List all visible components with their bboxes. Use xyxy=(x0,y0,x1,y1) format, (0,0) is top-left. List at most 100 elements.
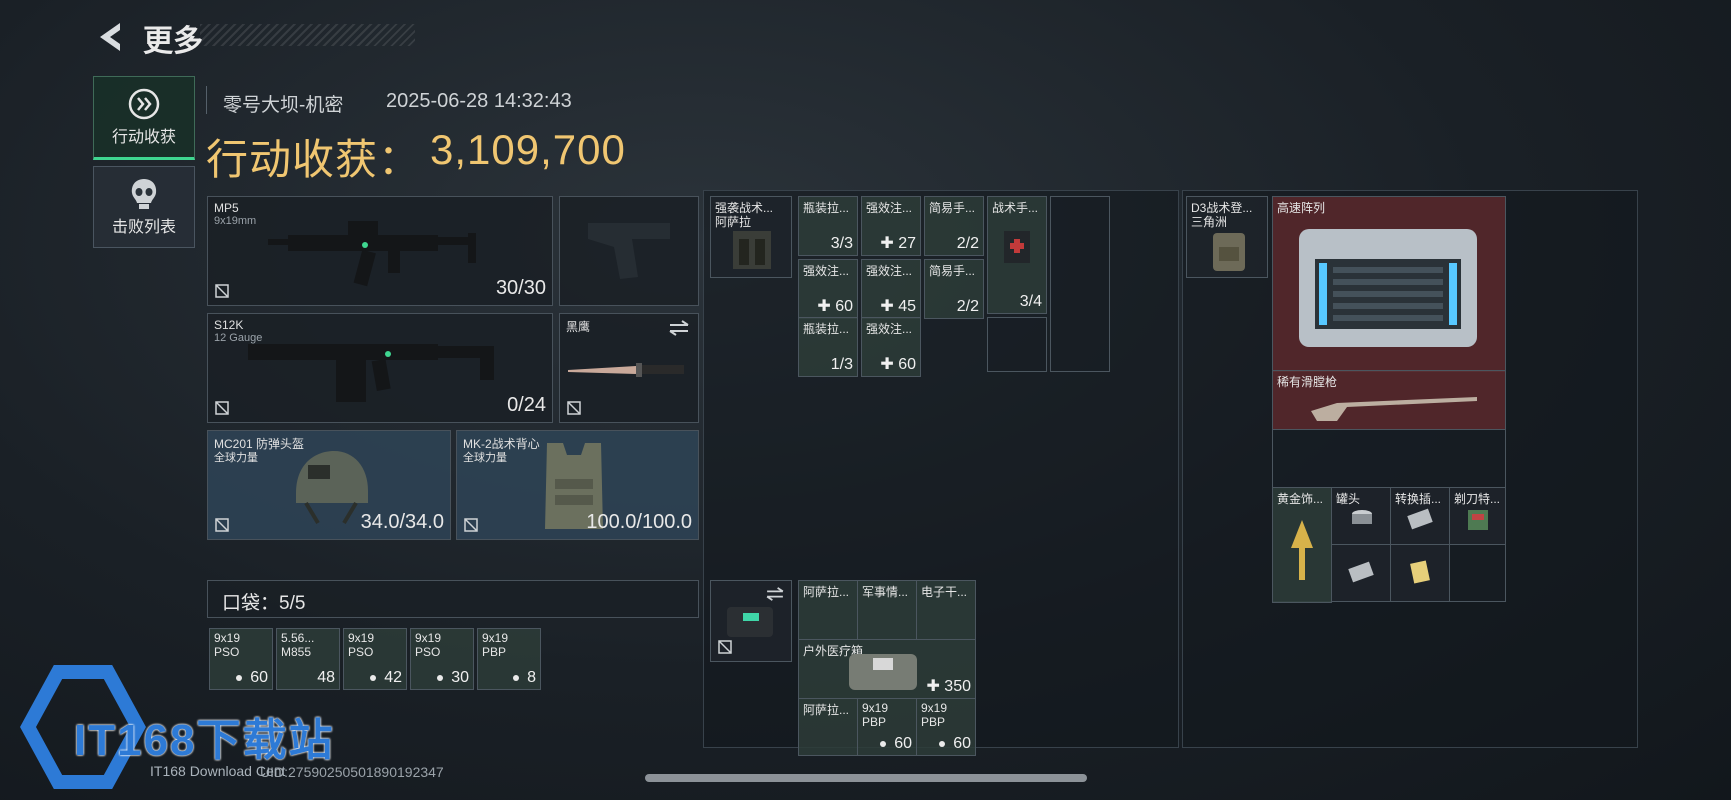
item-value: ✚ 350 xyxy=(926,678,971,695)
pouch-item[interactable]: 军事情... xyxy=(857,580,917,640)
pistol-slot[interactable] xyxy=(559,196,699,306)
item-count: 42 xyxy=(370,669,402,687)
pistol-silhouette-icon xyxy=(588,223,670,279)
can-icon xyxy=(1352,510,1372,524)
item-name: 黄金饰... xyxy=(1277,492,1324,506)
pouch-item[interactable]: 电子干... xyxy=(916,580,976,640)
backpack-item[interactable] xyxy=(1331,544,1391,602)
rig-item[interactable]: 简易手... 2/2 xyxy=(924,196,984,256)
rig-item[interactable]: 战术手... 3/4 xyxy=(987,196,1047,314)
item-name-2: M855 xyxy=(281,645,312,659)
armor-slot[interactable]: MK-2战术背心 全球力量 100.0/100.0 xyxy=(456,430,699,540)
rig-item[interactable]: 瓶装拉... 3/3 xyxy=(798,196,858,256)
backpack-item[interactable]: 高速阵列 xyxy=(1272,196,1506,372)
item-name: 强效注... xyxy=(866,264,913,278)
item-name: 阿萨拉... xyxy=(803,585,850,599)
pocket-item[interactable]: 9x19 PBP 8 xyxy=(477,628,541,690)
backpack-item[interactable]: 罐头 xyxy=(1331,487,1391,545)
swap-icon xyxy=(669,320,689,336)
rig-slot[interactable]: 强袭战术... 阿萨拉 xyxy=(710,196,792,278)
backpack-item[interactable]: 剃刀特... xyxy=(1449,487,1506,545)
item-name-2: PBP xyxy=(862,715,887,729)
rig-empty-cell[interactable] xyxy=(987,317,1047,372)
weapon-ammo: 0/24 xyxy=(507,394,546,416)
backpack-item[interactable]: 转换插... xyxy=(1390,487,1450,545)
server-array-icon xyxy=(1299,229,1477,347)
watermark-text: IT168下载站 xyxy=(74,716,335,765)
item-name: 强效注... xyxy=(866,201,913,215)
item-name: 罐头 xyxy=(1336,492,1361,506)
loot-total-value: 3,109,700 xyxy=(430,126,626,173)
item-value: ✚ 27 xyxy=(880,235,916,252)
smg-icon xyxy=(268,221,476,287)
pocket-item[interactable]: 5.56... M855 48 xyxy=(276,628,340,690)
rig-item[interactable]: 简易手... 2/2 xyxy=(924,259,984,319)
watermark-subtext: IT168 Download Cent xyxy=(150,763,286,779)
pouch-item[interactable]: 户外医疗箱 ✚ 350 xyxy=(798,639,976,699)
tab-loot[interactable]: 行动收获 xyxy=(93,76,195,160)
no-insure-icon xyxy=(215,401,229,415)
rig-item[interactable]: 强效注... ✚ 27 xyxy=(861,196,921,256)
item-name: 9x19 xyxy=(862,701,889,715)
item-name-2: PBP xyxy=(921,715,946,729)
divider xyxy=(206,86,207,114)
adapter-icon xyxy=(1407,508,1433,530)
rig-item[interactable]: 瓶装拉... 1/3 xyxy=(798,317,858,377)
rig-item[interactable]: 强效注... ✚ 45 xyxy=(861,259,921,319)
loot-tab-icon xyxy=(128,88,160,120)
weapon-caliber: 9x19mm xyxy=(214,215,257,227)
item-name: 电子干... xyxy=(921,585,968,599)
rig-item[interactable]: 强效注... ✚ 60 xyxy=(798,259,858,319)
loot-total-label: 行动收获： xyxy=(206,136,422,183)
item-value: 60 xyxy=(880,735,912,753)
pockets-label: 口袋：5/5 xyxy=(222,593,306,614)
backpack-item[interactable]: 稀有滑膛枪 xyxy=(1272,370,1506,430)
pouch-item[interactable]: 阿萨拉... xyxy=(798,698,858,756)
secure-pouch-slot[interactable] xyxy=(710,580,792,662)
rig-icon xyxy=(733,231,771,269)
melee-slot[interactable]: 黑鹰 xyxy=(559,313,699,423)
item-name: 简易手... xyxy=(929,264,976,278)
helmet-maker: 全球力量 xyxy=(214,452,258,464)
pouch-item[interactable]: 9x19 PBP 60 xyxy=(857,698,917,756)
rig-item[interactable]: 强效注... ✚ 60 xyxy=(861,317,921,377)
no-insure-icon xyxy=(215,518,229,532)
item-name: 剃刀特... xyxy=(1454,492,1501,506)
no-insure-icon xyxy=(718,640,732,654)
pocket-item[interactable]: 9x19 PSO 60 xyxy=(209,628,273,690)
rig-empty-cell[interactable] xyxy=(1050,196,1110,372)
pocket-item[interactable]: 9x19 PSO 30 xyxy=(410,628,474,690)
pouch-icon xyxy=(727,607,773,637)
backpack-icon xyxy=(1213,233,1245,271)
map-name: 零号大坝-机密 xyxy=(223,95,344,116)
musket-icon xyxy=(1311,397,1477,421)
raid-timestamp: 2025-06-28 14:32:43 xyxy=(386,90,572,112)
item-name: 9x19 xyxy=(415,631,442,645)
primary-weapon-slot[interactable]: MP5 9x19mm 30/30 xyxy=(207,196,553,306)
item-value: 3/4 xyxy=(1019,293,1042,310)
pocket-item[interactable]: 9x19 PSO 42 xyxy=(343,628,407,690)
tab-kills-label: 击败列表 xyxy=(111,219,176,236)
item-name: 转换插... xyxy=(1395,492,1442,506)
backpack-item[interactable] xyxy=(1390,544,1450,602)
adapter-icon xyxy=(1348,561,1374,583)
back-arrow-icon[interactable] xyxy=(96,20,126,54)
item-value: 1/3 xyxy=(830,356,853,373)
home-indicator[interactable] xyxy=(645,774,1087,782)
helmet-slot[interactable]: MC201 防弹头盔 全球力量 34.0/34.0 xyxy=(207,430,451,540)
armor-maker: 全球力量 xyxy=(463,452,507,464)
pouch-item[interactable]: 9x19 PBP 60 xyxy=(916,698,976,756)
item-name-2: PBP xyxy=(482,645,507,659)
document-icon xyxy=(1410,560,1430,584)
tab-kills[interactable]: 击败列表 xyxy=(93,166,195,248)
weapon-name: MP5 xyxy=(214,201,239,215)
secondary-weapon-slot[interactable]: S12K 12 Gauge 0/24 xyxy=(207,313,553,423)
item-name: 瓶装拉... xyxy=(803,201,850,215)
backpack-slot[interactable]: D3战术登... 三角洲 xyxy=(1186,196,1268,278)
item-value: ✚ 45 xyxy=(880,298,916,315)
backpack-item[interactable]: 黄金饰... xyxy=(1272,487,1332,603)
item-value: 2/2 xyxy=(956,298,979,315)
pouch-item[interactable]: 阿萨拉... xyxy=(798,580,858,640)
item-count: 30 xyxy=(437,669,469,687)
no-insure-icon xyxy=(215,284,229,298)
